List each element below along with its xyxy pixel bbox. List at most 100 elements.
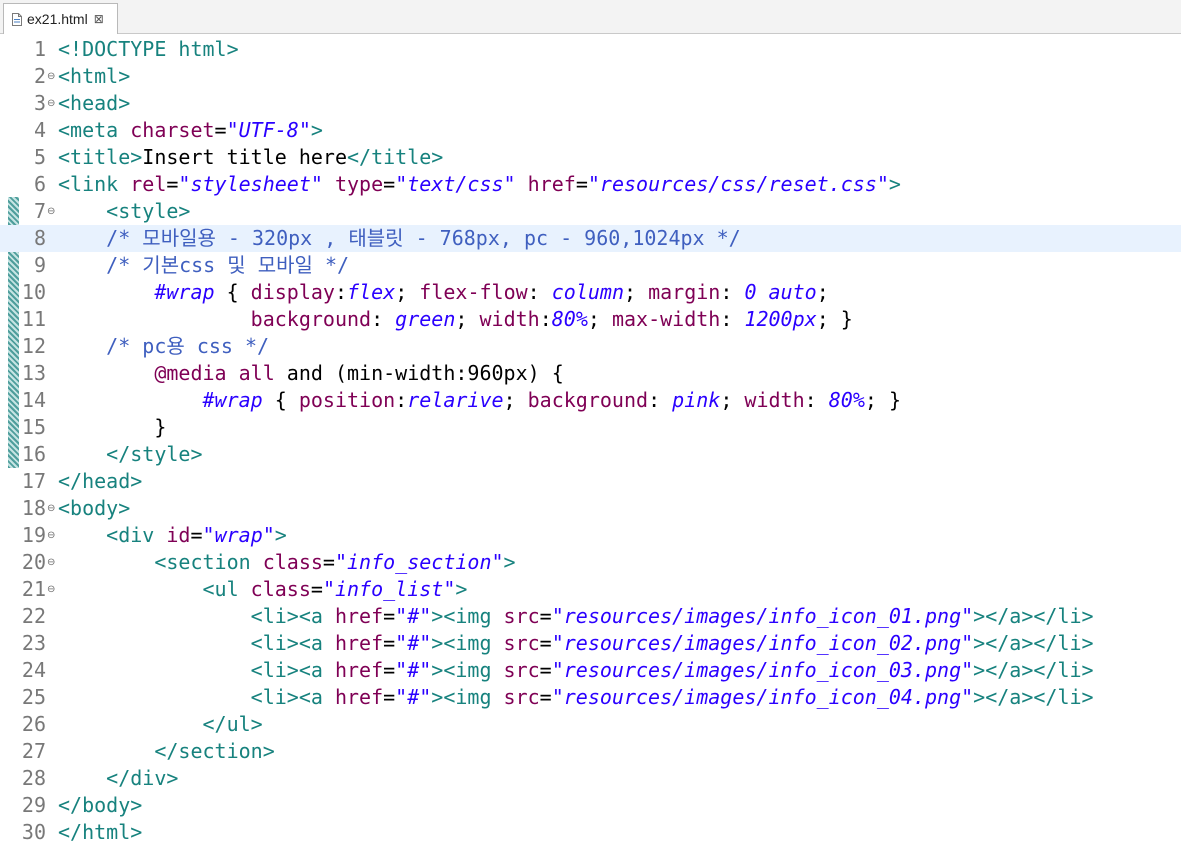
code-line[interactable]: 15 }: [0, 414, 1181, 441]
code-line[interactable]: 23 <li><a href="#"><img src="resources/i…: [0, 630, 1181, 657]
code-line[interactable]: 5 <title>Insert title here</title>: [0, 144, 1181, 171]
fold-toggle-icon[interactable]: ⊖: [47, 576, 55, 603]
code-token: "info_list": [322, 577, 456, 601]
code-token: =: [310, 577, 323, 601]
line-number: 23: [21, 631, 46, 655]
line-number: 15: [21, 415, 46, 439]
code-line[interactable]: 30 </html>: [0, 819, 1181, 846]
code-token: @media: [154, 361, 227, 385]
code-token: rel: [130, 172, 167, 196]
code-token: 0 auto: [744, 280, 817, 304]
code-token: <link: [58, 172, 131, 196]
fold-toggle-icon[interactable]: ⊖: [47, 522, 55, 549]
code-line[interactable]: 27 </section>: [0, 738, 1181, 765]
code-line[interactable]: 1 <!DOCTYPE html>: [0, 36, 1181, 63]
fold-toggle-icon[interactable]: ⊖: [47, 495, 55, 522]
code-token: ><img: [431, 658, 504, 682]
code-line[interactable]: 12 /* pc용 css */: [0, 333, 1181, 360]
code-token: "#": [395, 604, 432, 628]
code-token: "#": [395, 631, 432, 655]
code-token: =: [190, 523, 203, 547]
code-token: <body>: [58, 496, 131, 520]
file-tab-label: ex21.html: [27, 11, 88, 27]
code-line[interactable]: 6 <link rel="stylesheet" type="text/css" …: [0, 171, 1181, 198]
code-line[interactable]: 14 #wrap { position:relarive; background…: [0, 387, 1181, 414]
code-token: margin: [648, 280, 721, 304]
code-line[interactable]: 8 /* 모바일용 - 320px , 태블릿 - 768px, pc - 96…: [0, 225, 1181, 252]
code-token: :: [539, 307, 552, 331]
code-line[interactable]: 2 ⊖ <html>: [0, 63, 1181, 90]
code-line[interactable]: 20 ⊖ <section class="info_section">: [0, 549, 1181, 576]
code-token: =: [539, 685, 552, 709]
html-file-icon: [12, 12, 22, 26]
code-token: href: [334, 604, 384, 628]
code-line[interactable]: 22 <li><a href="#"><img src="resources/i…: [0, 603, 1181, 630]
fold-toggle-icon[interactable]: ⊖: [47, 549, 55, 576]
code-line[interactable]: 28 </div>: [0, 765, 1181, 792]
line-number: 13: [21, 361, 46, 385]
code-token: src: [503, 658, 540, 682]
code-line[interactable]: 3 ⊖ <head>: [0, 90, 1181, 117]
code-line[interactable]: 18 ⊖ <body>: [0, 495, 1181, 522]
code-token: src: [503, 631, 540, 655]
file-tab[interactable]: ex21.html ⊠: [3, 3, 118, 34]
code-token: ; }: [816, 307, 853, 331]
close-icon[interactable]: ⊠: [94, 12, 104, 26]
code-token: ><img: [431, 685, 504, 709]
code-token: ; }: [864, 388, 901, 412]
fold-toggle-icon[interactable]: ⊖: [47, 198, 55, 225]
code-line[interactable]: 17 </head>: [0, 468, 1181, 495]
code-editor[interactable]: 1 <!DOCTYPE html> 2 ⊖ <html> 3 ⊖ <head> 4 <meta c…: [0, 34, 1181, 853]
code-line[interactable]: 7 ⊖ <style>: [0, 198, 1181, 225]
code-token: =: [539, 658, 552, 682]
code-token: ><img: [431, 604, 504, 628]
fold-toggle-icon[interactable]: ⊖: [47, 90, 55, 117]
code-line[interactable]: 26 </ul>: [0, 711, 1181, 738]
code-line[interactable]: 24 <li><a href="#"><img src="resources/i…: [0, 657, 1181, 684]
code-token: </ul>: [202, 712, 263, 736]
code-text: <section class="info_section">: [58, 549, 515, 576]
line-number: 4: [33, 118, 46, 142]
code-text: <li><a href="#"><img src="resources/imag…: [58, 684, 1094, 711]
code-line[interactable]: 16 </style>: [0, 441, 1181, 468]
code-text: <li><a href="#"><img src="resources/imag…: [58, 657, 1094, 684]
code-text: /* 모바일용 - 320px , 태블릿 - 768px, pc - 960,…: [58, 225, 741, 252]
code-token: </style>: [106, 442, 203, 466]
code-text: #wrap { position:relarive; background: p…: [58, 387, 901, 414]
code-token: :: [395, 388, 408, 412]
code-line[interactable]: 13 @media all and (min-width:960px) {: [0, 360, 1181, 387]
code-token: "#": [395, 685, 432, 709]
code-token: width: [479, 307, 540, 331]
line-number: 22: [21, 604, 46, 628]
code-token: ></a></li>: [973, 658, 1094, 682]
code-line[interactable]: 9 /* 기본css 및 모바일 */: [0, 252, 1181, 279]
code-line[interactable]: 4 <meta charset="UTF-8">: [0, 117, 1181, 144]
code-token: Insert title here: [142, 145, 347, 169]
code-text: </style>: [58, 441, 203, 468]
code-line[interactable]: 21 ⊖ <ul class="info_list">: [0, 576, 1181, 603]
fold-toggle-icon[interactable]: ⊖: [47, 63, 55, 90]
code-line[interactable]: 25 <li><a href="#"><img src="resources/i…: [0, 684, 1181, 711]
code-text: <html>: [58, 63, 130, 90]
code-line[interactable]: 19 ⊖ <div id="wrap">: [0, 522, 1181, 549]
code-token: /* pc용 css */: [106, 334, 270, 358]
code-line[interactable]: 11 background: green; width:80%; max-wid…: [0, 306, 1181, 333]
line-number: 30: [21, 820, 46, 844]
code-line[interactable]: 29 </body>: [0, 792, 1181, 819]
code-line[interactable]: 10 #wrap { display:flex; flex-flow: colu…: [0, 279, 1181, 306]
code-token: ;: [395, 280, 420, 304]
code-token: =: [383, 604, 396, 628]
code-token: max-width: [611, 307, 721, 331]
code-token: ;: [503, 388, 528, 412]
